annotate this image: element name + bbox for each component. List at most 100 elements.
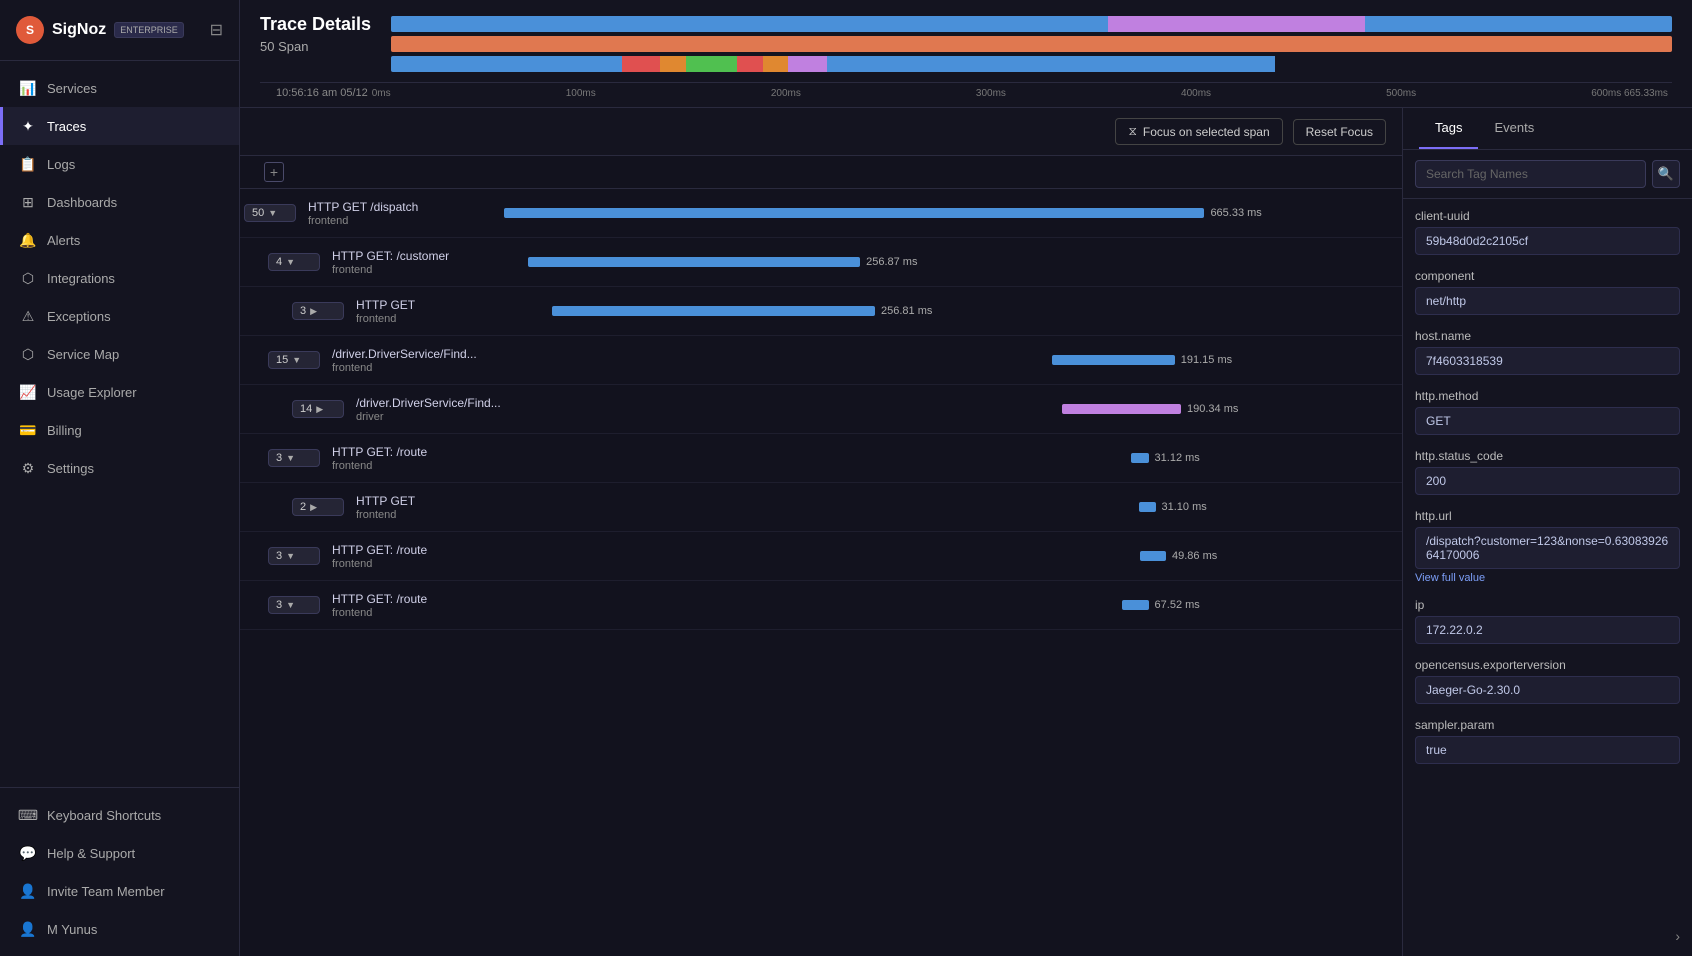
span-count-badge[interactable]: 14 ▶: [292, 400, 344, 418]
sidebar-item-logs[interactable]: 📋 Logs: [0, 145, 239, 183]
trace-span-row[interactable]: 50 ▼ HTTP GET /dispatch frontend 665.33 …: [240, 189, 1402, 238]
expand-all-icon[interactable]: +: [264, 162, 284, 182]
panel-tabs: Tags Events: [1403, 108, 1692, 150]
span-duration: 191.15 ms: [1181, 354, 1232, 366]
span-chevron-icon: ▶: [316, 404, 323, 415]
sidebar-label-service-map: Service Map: [47, 347, 119, 362]
span-count-badge[interactable]: 3 ▼: [268, 596, 320, 614]
trace-bar-0: [391, 16, 1672, 32]
sidebar-bottom-label-invite-team: Invite Team Member: [47, 884, 165, 899]
span-bar: [1131, 453, 1148, 463]
tag-item: ip 172.22.0.2: [1415, 598, 1680, 644]
focus-selected-span-button[interactable]: ⧖ Focus on selected span: [1115, 118, 1282, 145]
span-count-badge[interactable]: 3 ▼: [268, 449, 320, 467]
sidebar-label-services: Services: [47, 81, 97, 96]
span-name: HTTP GET: /route: [332, 592, 524, 606]
sidebar-label-dashboards: Dashboards: [47, 195, 117, 210]
tag-value: net/http: [1415, 287, 1680, 315]
span-bar: [1140, 551, 1166, 561]
invite-team-bottom-icon: 👤: [19, 882, 37, 900]
sidebar-label-exceptions: Exceptions: [47, 309, 111, 324]
trace-span-row[interactable]: 2 ▶ HTTP GET frontend 31.10 ms: [240, 483, 1402, 532]
tag-item: component net/http: [1415, 269, 1680, 315]
tag-link[interactable]: View full value: [1415, 572, 1680, 584]
ruler-tick-label: 300ms: [976, 88, 1006, 99]
search-button[interactable]: 🔍: [1652, 160, 1680, 188]
sidebar-toggle-icon[interactable]: ⊟: [210, 20, 223, 40]
tab-tags[interactable]: Tags: [1419, 108, 1478, 149]
trace-span-row[interactable]: 4 ▼ HTTP GET: /customer frontend 256.87 …: [240, 238, 1402, 287]
app-name: SigNoz: [52, 21, 106, 39]
sidebar-item-integrations[interactable]: ⬡ Integrations: [0, 259, 239, 297]
span-count-badge[interactable]: 2 ▶: [292, 498, 344, 516]
span-bar: [528, 257, 860, 267]
sidebar-item-alerts[interactable]: 🔔 Alerts: [0, 221, 239, 259]
span-count: 50: [252, 207, 264, 219]
sidebar-item-service-map[interactable]: ⬡ Service Map: [0, 335, 239, 373]
tag-value: /dispatch?customer=123&nonse=0.630839266…: [1415, 527, 1680, 569]
trace-span-row[interactable]: 3 ▼ HTTP GET: /route frontend 67.52 ms: [240, 581, 1402, 630]
trace-bar-1: [391, 36, 1672, 52]
span-rows: 50 ▼ HTTP GET /dispatch frontend 665.33 …: [240, 189, 1402, 630]
sidebar-item-services[interactable]: 📊 Services: [0, 69, 239, 107]
tag-item: client-uuid 59b48d0d2c2105cf: [1415, 209, 1680, 255]
trace-span-row[interactable]: 3 ▶ HTTP GET frontend 256.81 ms: [240, 287, 1402, 336]
span-count-badge[interactable]: 4 ▼: [268, 253, 320, 271]
span-name: HTTP GET: /route: [332, 445, 524, 459]
tag-key: client-uuid: [1415, 209, 1680, 223]
span-duration: 256.81 ms: [881, 305, 932, 317]
sidebar-item-settings[interactable]: ⚙ Settings: [0, 449, 239, 487]
sidebar-bottom-help-support[interactable]: 💬 Help & Support: [0, 834, 239, 872]
span-bar: [1062, 404, 1181, 414]
span-count-badge[interactable]: 50 ▼: [244, 204, 296, 222]
tag-value: 200: [1415, 467, 1680, 495]
logo-icon: S: [16, 16, 44, 44]
logs-icon: 📋: [19, 155, 37, 173]
span-count-badge[interactable]: 3 ▼: [268, 547, 320, 565]
span-count-badge[interactable]: 15 ▼: [268, 351, 320, 369]
trace-span-row[interactable]: 3 ▼ HTTP GET: /route frontend 31.12 ms: [240, 434, 1402, 483]
span-name: HTTP GET /dispatch: [308, 200, 500, 214]
ruler-tick-label: 100ms: [566, 88, 596, 99]
span-name: /driver.DriverService/Find...: [332, 347, 524, 361]
span-name: HTTP GET: /route: [332, 543, 524, 557]
sidebar: S SigNoz ENTERPRISE ⊟ 📊 Services ✦ Trace…: [0, 0, 240, 956]
span-duration: 31.12 ms: [1155, 452, 1200, 464]
sidebar-item-billing[interactable]: 💳 Billing: [0, 411, 239, 449]
sidebar-bottom-user[interactable]: 👤 M Yunus: [0, 910, 239, 948]
settings-icon: ⚙: [19, 459, 37, 477]
tag-item: sampler.param true: [1415, 718, 1680, 764]
sidebar-item-dashboards[interactable]: ⊞ Dashboards: [0, 183, 239, 221]
span-duration: 256.87 ms: [866, 256, 917, 268]
sidebar-bottom-keyboard-shortcuts[interactable]: ⌨ Keyboard Shortcuts: [0, 796, 239, 834]
dashboards-icon: ⊞: [19, 193, 37, 211]
help-support-bottom-icon: 💬: [19, 844, 37, 862]
span-name-col: HTTP GET: /route frontend: [328, 535, 528, 578]
span-chevron-icon: ▼: [268, 208, 277, 218]
reset-focus-button[interactable]: Reset Focus: [1293, 119, 1386, 145]
sidebar-item-usage-explorer[interactable]: 📈 Usage Explorer: [0, 373, 239, 411]
trace-span-row[interactable]: 15 ▼ /driver.DriverService/Find... front…: [240, 336, 1402, 385]
traces-icon: ✦: [19, 117, 37, 135]
tab-events[interactable]: Events: [1478, 108, 1550, 149]
trace-span-row[interactable]: 14 ▶ /driver.DriverService/Find... drive…: [240, 385, 1402, 434]
sidebar-item-traces[interactable]: ✦ Traces: [0, 107, 239, 145]
span-list: ⧖ Focus on selected span Reset Focus + 5…: [240, 108, 1402, 956]
sidebar-item-exceptions[interactable]: ⚠ Exceptions: [0, 297, 239, 335]
span-bar: [552, 306, 875, 316]
trace-info: Trace Details 50 Span: [260, 14, 371, 54]
span-service: frontend: [332, 558, 524, 570]
sidebar-bottom-invite-team[interactable]: 👤 Invite Team Member: [0, 872, 239, 910]
exceptions-icon: ⚠: [19, 307, 37, 325]
search-tag-input[interactable]: [1415, 160, 1646, 188]
trace-timestamp: 10:56:16 am 05/12: [276, 87, 368, 99]
services-icon: 📊: [19, 79, 37, 97]
sidebar-label-integrations: Integrations: [47, 271, 115, 286]
span-count-badge[interactable]: 3 ▶: [292, 302, 344, 320]
span-count: 3: [300, 305, 306, 317]
trace-bar-2: [391, 56, 1672, 72]
span-controls: ⧖ Focus on selected span Reset Focus: [240, 108, 1402, 156]
trace-span-row[interactable]: 3 ▼ HTTP GET: /route frontend 49.86 ms: [240, 532, 1402, 581]
focus-button-label: Focus on selected span: [1143, 125, 1270, 139]
panel-nav-arrow[interactable]: ›: [1675, 928, 1680, 944]
